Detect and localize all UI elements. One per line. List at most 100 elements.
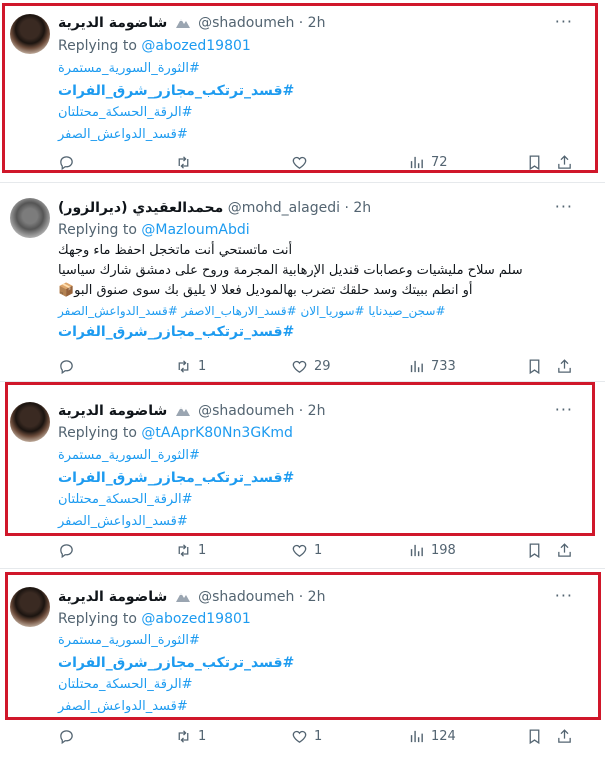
bookmark-icon <box>529 359 540 375</box>
hashtag-link[interactable]: #قسد_الدواعش_الصفر <box>58 696 576 718</box>
reply-icon <box>60 730 73 745</box>
bookmark-icon <box>529 729 540 745</box>
hashtag-link[interactable]: #الثورة_السورية_مستمرة <box>58 630 576 652</box>
hashtag-link[interactable]: #الثورة_السورية_مستمرة <box>58 58 576 80</box>
more-options-icon[interactable]: ··· <box>555 12 573 31</box>
hashtag-link[interactable]: #الرقة_الحسكة_محتلتان <box>58 489 576 511</box>
avatar[interactable] <box>10 587 50 627</box>
author-handle[interactable]: @mohd_alagedi <box>228 200 340 216</box>
share-button[interactable] <box>556 358 573 375</box>
bookmark-button[interactable] <box>526 542 543 559</box>
reply-button[interactable] <box>58 154 81 171</box>
retweet-button[interactable] <box>175 154 198 171</box>
hashtag-link[interactable]: #سجن_صيدنايا #سوريا_الان #قسد_الارهاب_ال… <box>58 301 576 321</box>
bookmark-button[interactable] <box>526 358 543 375</box>
reply-button[interactable] <box>58 358 81 375</box>
action-bar: 1 29 733 <box>58 358 578 376</box>
more-options-icon[interactable]: ··· <box>555 400 573 419</box>
mountain-icon <box>175 593 190 602</box>
like-button[interactable]: 1 <box>291 542 322 559</box>
reply-button[interactable] <box>58 542 81 559</box>
avatar[interactable] <box>10 402 50 442</box>
replying-to: Replying to @abozed19801 <box>58 37 251 55</box>
bookmark-button[interactable] <box>526 154 543 171</box>
like-count: 1 <box>314 729 323 744</box>
hashtag-link[interactable]: #قسد_ترتكب_مجازر_شرق_الفرات <box>58 652 576 674</box>
hashtag-link[interactable]: #قسد_ترتكب_مجازر_شرق_الفرات <box>58 80 576 102</box>
tweet-2[interactable]: محمدالعقيدي (ديرالزور) @mohd_alagedi · 2… <box>0 183 605 380</box>
retweet-icon <box>178 730 189 743</box>
author-handle[interactable]: @shadoumeh <box>198 589 294 605</box>
author-name[interactable]: شاضومة الديرية <box>58 589 167 605</box>
tweet-text-line: سلم سلاح مليشيات وعصابات قنديل الإرهابية… <box>58 263 523 278</box>
timestamp[interactable]: · 2h <box>299 403 326 419</box>
author-handle[interactable]: @shadoumeh <box>198 15 294 31</box>
tweet-1[interactable]: شاضومة الديرية @shadoumeh · 2h ··· Reply… <box>0 0 605 180</box>
hashtag-link[interactable]: #الثورة_السورية_مستمرة <box>58 445 576 467</box>
mountain-icon <box>175 19 190 28</box>
reply-mention-link[interactable]: @abozed19801 <box>141 38 250 54</box>
hashtag-link[interactable]: #قسد_الدواعش_الصفر <box>58 511 576 533</box>
hashtag-link[interactable]: #قسد_ترتكب_مجازر_شرق_الفرات <box>58 321 576 343</box>
retweet-icon <box>178 544 189 557</box>
retweet-count: 1 <box>198 729 207 744</box>
view-count: 733 <box>431 359 456 374</box>
timestamp[interactable]: · 2h <box>299 15 326 31</box>
views-button[interactable]: 733 <box>408 358 456 375</box>
more-options-icon[interactable]: ··· <box>555 586 573 605</box>
bookmark-button[interactable] <box>526 728 543 745</box>
tweet-text: أنت ماتستحي أنت ماتخجل احفظ ماء وجهك سلم… <box>58 241 576 343</box>
tweet-4[interactable]: شاضومة الديرية @shadoumeh · 2h ··· Reply… <box>0 569 605 767</box>
hashtag-link[interactable]: #قسد_ترتكب_مجازر_شرق_الفرات <box>58 467 576 489</box>
tweet-header: شاضومة الديرية @shadoumeh · 2h <box>58 588 325 606</box>
views-icon <box>410 360 423 373</box>
heart-icon <box>292 360 307 373</box>
tweet-header: محمدالعقيدي (ديرالزور) @mohd_alagedi · 2… <box>58 199 371 217</box>
views-button[interactable]: 72 <box>408 154 448 171</box>
retweet-button[interactable]: 1 <box>175 542 206 559</box>
hashtag-link[interactable]: #الرقة_الحسكة_محتلتان <box>58 102 576 124</box>
replying-label: Replying to <box>58 38 137 54</box>
retweet-button[interactable]: 1 <box>175 728 206 745</box>
like-button[interactable]: 29 <box>291 358 331 375</box>
hashtag-link[interactable]: #الرقة_الحسكة_محتلتان <box>58 674 576 696</box>
replying-to: Replying to @tAAprK80Nn3GKmd <box>58 424 293 442</box>
hashtag-link[interactable]: #قسد_الدواعش_الصفر <box>58 124 576 146</box>
view-count: 198 <box>431 543 456 558</box>
action-bar: 1 1 124 <box>58 728 578 746</box>
like-button[interactable]: 1 <box>291 728 322 745</box>
reply-mention-link[interactable]: @abozed19801 <box>141 611 250 627</box>
author-name[interactable]: شاضومة الديرية <box>58 15 167 31</box>
views-button[interactable]: 124 <box>408 728 456 745</box>
author-handle[interactable]: @shadoumeh <box>198 403 294 419</box>
author-name[interactable]: محمدالعقيدي (ديرالزور) <box>58 200 223 216</box>
tweet-text-line: أو انطم ببيتك وسد حلقك تضرب بهالموديل فع… <box>58 283 473 298</box>
share-icon <box>558 729 571 743</box>
avatar[interactable] <box>10 198 50 238</box>
reply-mention-link[interactable]: @tAAprK80Nn3GKmd <box>141 425 292 441</box>
replying-to: Replying to @abozed19801 <box>58 610 251 628</box>
views-button[interactable]: 198 <box>408 542 456 559</box>
heart-icon <box>292 156 307 169</box>
share-button[interactable] <box>556 542 573 559</box>
heart-icon <box>292 544 307 557</box>
timestamp[interactable]: · 2h <box>299 589 326 605</box>
retweet-button[interactable]: 1 <box>175 358 206 375</box>
share-button[interactable] <box>556 154 573 171</box>
replying-label: Replying to <box>58 611 137 627</box>
reply-icon <box>60 360 73 375</box>
tweet-3[interactable]: شاضومة الديرية @shadoumeh · 2h ··· Reply… <box>0 382 605 567</box>
reply-mention-link[interactable]: @MazloumAbdi <box>141 222 249 238</box>
view-count: 72 <box>431 155 448 170</box>
timestamp[interactable]: · 2h <box>344 200 371 216</box>
author-name[interactable]: شاضومة الديرية <box>58 403 167 419</box>
heart-icon <box>292 730 307 743</box>
bookmark-icon <box>529 155 540 171</box>
avatar[interactable] <box>10 14 50 54</box>
like-button[interactable] <box>291 154 314 171</box>
more-options-icon[interactable]: ··· <box>555 197 573 216</box>
reply-button[interactable] <box>58 728 81 745</box>
tweet-text-line: أنت ماتستحي أنت ماتخجل احفظ ماء وجهك <box>58 243 293 258</box>
share-button[interactable] <box>556 728 573 745</box>
replying-label: Replying to <box>58 222 137 238</box>
